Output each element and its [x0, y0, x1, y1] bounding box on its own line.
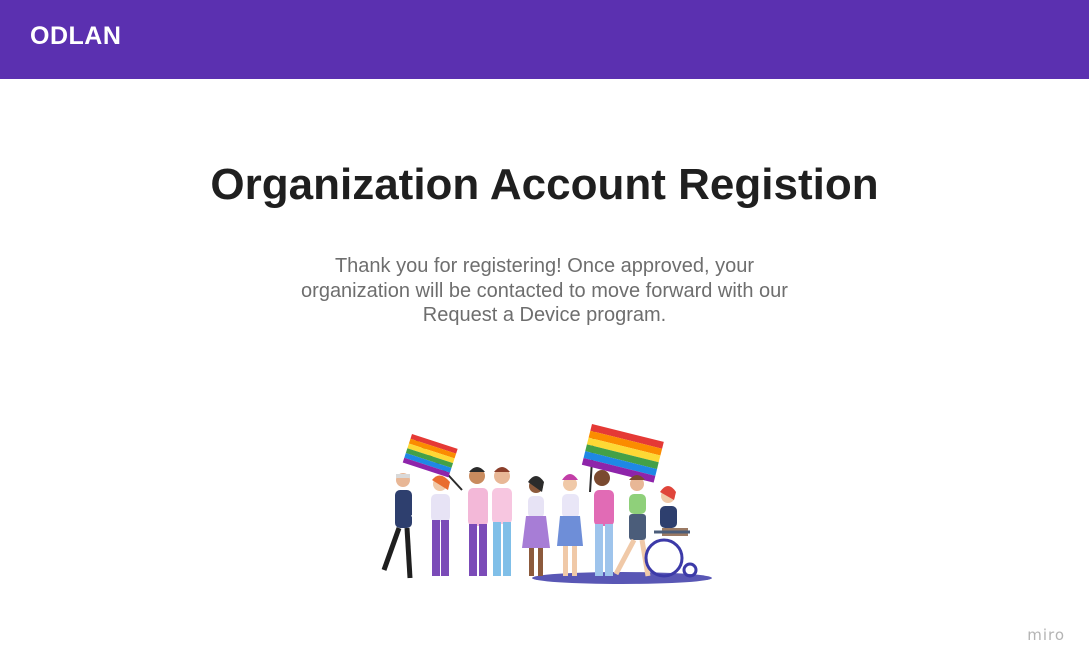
page-title: Organization Account Registion	[210, 160, 879, 209]
confirmation-message: Thank you for registering! Once approved…	[301, 255, 788, 326]
people-with-pride-flags-illustration	[381, 424, 712, 584]
miro-watermark: miro	[1027, 626, 1065, 644]
page: ODLAN Organization Account Registion Tha…	[0, 0, 1089, 667]
brand-logo-link[interactable]: ODLAN	[30, 22, 121, 51]
top-header-bar: ODLAN	[0, 0, 1089, 79]
